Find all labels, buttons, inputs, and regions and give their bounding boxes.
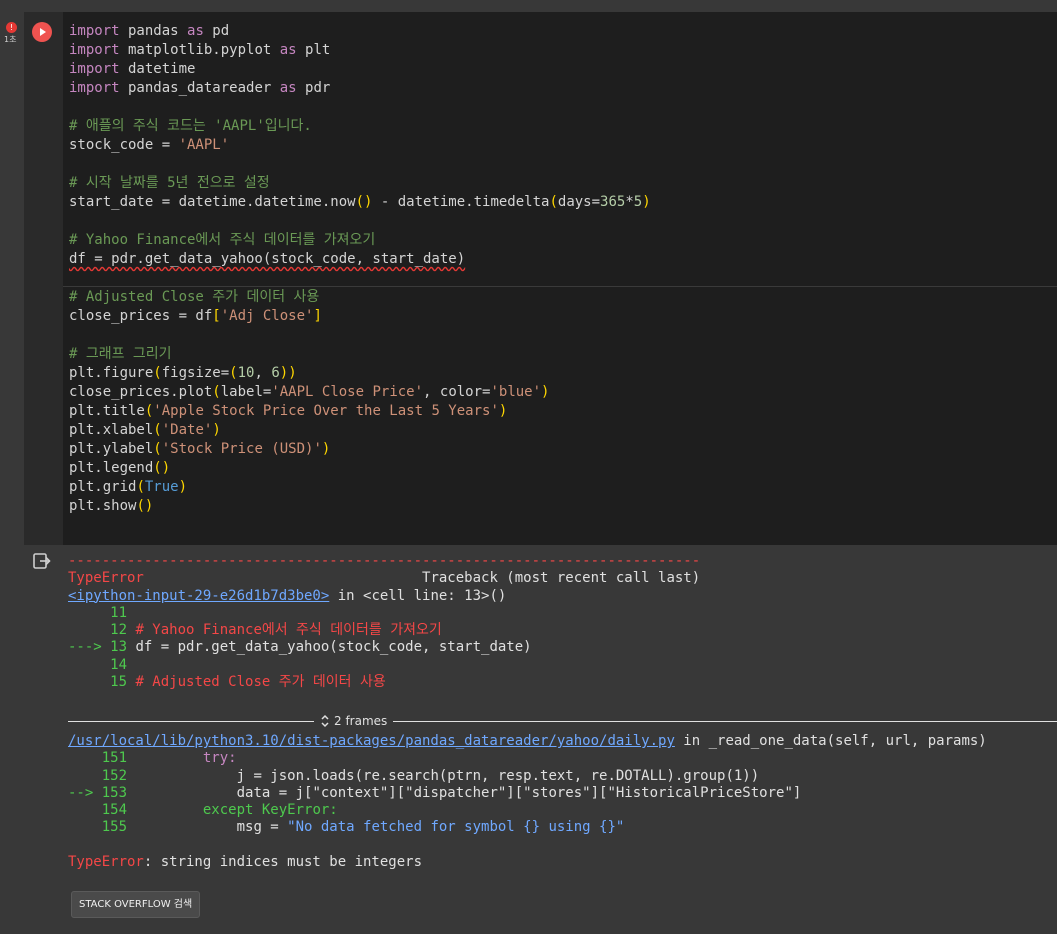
code-line-7: stock_code = 'AAPL'	[69, 137, 230, 153]
code-line-25: plt.grid(True)	[69, 479, 188, 495]
traceback-dashes: ----------------------------------------…	[68, 553, 701, 569]
traceback-frame: /usr/local/lib/python3.10/dist-packages/…	[68, 733, 987, 871]
cell-run-area	[24, 12, 63, 545]
play-icon	[40, 28, 46, 36]
frame-line-151: 151 try:	[68, 750, 237, 767]
code-line-22: plt.xlabel('Date')	[69, 422, 221, 438]
daily-py-link[interactable]: /usr/local/lib/python3.10/dist-packages/…	[68, 733, 675, 749]
collapsed-frames[interactable]: 2 frames	[68, 712, 1057, 730]
code-lines: import pandas as pd import matplotlib.py…	[69, 22, 651, 516]
code-line-24: plt.legend()	[69, 460, 171, 476]
error-badge: !	[6, 22, 17, 33]
run-cell-button[interactable]	[32, 22, 52, 42]
traceback-line-11: 11	[68, 604, 128, 621]
traceback-line-14: 14	[68, 656, 128, 673]
frame-line-152: 152 j = json.loads(re.search(ptrn, resp.…	[68, 767, 760, 784]
traceback-line-15: 15 # Adjusted Close 주가 데이터 사용	[68, 674, 386, 691]
traceback-header: TypeError Traceback (most recent call la…	[68, 570, 701, 587]
output-menu-icon[interactable]	[33, 553, 51, 570]
output-gutter	[24, 545, 63, 934]
final-error: TypeError: string indices must be intege…	[68, 854, 423, 871]
cell-gutter	[0, 12, 24, 934]
code-line-2: import matplotlib.pyplot as plt	[69, 42, 331, 58]
traceback-line-13: ---> 13 df = pdr.get_data_yahoo(stock_co…	[68, 639, 532, 656]
frames-label: 2 frames	[334, 714, 388, 728]
stack-overflow-search-button[interactable]: STACK OVERFLOW 검색	[71, 891, 201, 918]
frame-line-153: --> 153 data = j["context"]["dispatcher"…	[68, 784, 802, 801]
code-line-6: # 애플의 주식 코드는 'AAPL'입니다.	[69, 118, 312, 134]
traceback-location: <ipython-input-29-e26d1b7d3be0> in <cell…	[68, 587, 507, 604]
expand-icon	[321, 714, 329, 728]
code-line-19: plt.figure(figsize=(10, 6))	[69, 365, 297, 381]
code-line-10: start_date = datetime.datetime.now() - d…	[69, 194, 651, 210]
code-line-4: import pandas_datareader as pdr	[69, 80, 331, 96]
top-bar	[0, 0, 1057, 12]
code-line-26: plt.show()	[69, 498, 154, 514]
frame-location: /usr/local/lib/python3.10/dist-packages/…	[68, 733, 987, 749]
code-line-13: df = pdr.get_data_yahoo(stock_code, star…	[69, 251, 466, 267]
code-line-16: close_prices = df['Adj Close']	[69, 308, 322, 324]
code-line-21: plt.title('Apple Stock Price Over the La…	[69, 403, 508, 419]
code-line-15: # Adjusted Close 주가 데이터 사용	[69, 289, 320, 305]
code-line-12: # Yahoo Finance에서 주식 데이터를 가져오기	[69, 232, 376, 248]
frames-divider-left	[68, 720, 314, 722]
frame-line-155: 155 msg = "No data fetched for symbol {}…	[68, 819, 625, 836]
frames-toggle[interactable]: 2 frames	[314, 714, 393, 728]
code-line-18: # 그래프 그리기	[69, 346, 172, 362]
code-line-9: # 시작 날짜를 5년 전으로 설정	[69, 175, 270, 191]
traceback-top: ----------------------------------------…	[68, 553, 700, 691]
execution-time: 1초	[4, 35, 17, 44]
ipython-input-link[interactable]: <ipython-input-29-e26d1b7d3be0>	[68, 588, 329, 604]
traceback-line-12: 12 # Yahoo Finance에서 주식 데이터를 가져오기	[68, 622, 442, 639]
code-line-20: close_prices.plot(label='AAPL Close Pric…	[69, 384, 550, 400]
code-line-3: import datetime	[69, 61, 196, 77]
frames-divider-right	[393, 720, 1057, 722]
code-line-23: plt.ylabel('Stock Price (USD)')	[69, 441, 331, 457]
frame-line-154: 154 except KeyError:	[68, 802, 338, 819]
code-line-1: import pandas as pd	[69, 23, 230, 39]
